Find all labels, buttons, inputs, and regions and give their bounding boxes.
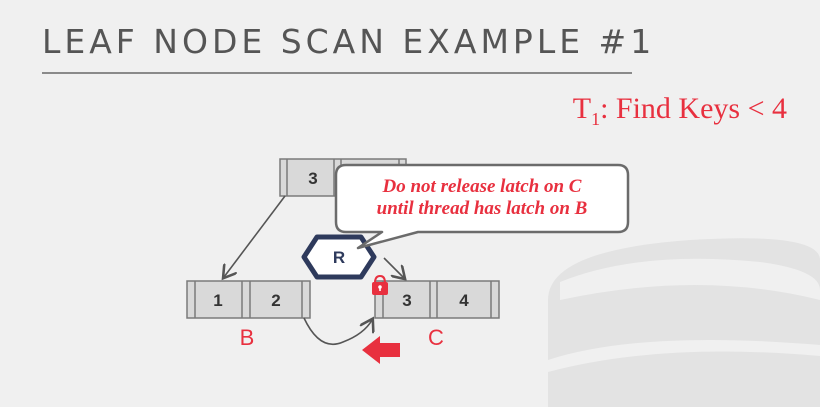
callout-line-2: until thread has latch on B (376, 198, 588, 219)
leaf-c-label: C (428, 325, 444, 350)
callout-text: Do not release latch on C until thread h… (338, 166, 626, 230)
leaf-b-key-1: 1 (213, 291, 222, 310)
root-key: 3 (308, 169, 317, 188)
lock-icon (372, 274, 388, 295)
root-to-c-arrow (383, 257, 404, 278)
latch-label: R (333, 248, 345, 267)
callout-line-1: Do not release latch on C (382, 176, 582, 197)
leaf-node-c: 3 4 (374, 280, 500, 319)
leaf-b-label: B (240, 325, 255, 350)
root-to-b-arrow (224, 195, 286, 277)
leaf-c-key-2: 4 (459, 291, 469, 310)
leaf-c-key-1: 3 (402, 291, 411, 310)
leaf-b-key-2: 2 (271, 291, 280, 310)
sibling-pointer-arrow (303, 318, 372, 346)
leaf-node-b: 1 2 (186, 280, 311, 319)
scan-direction-arrow (362, 336, 400, 364)
